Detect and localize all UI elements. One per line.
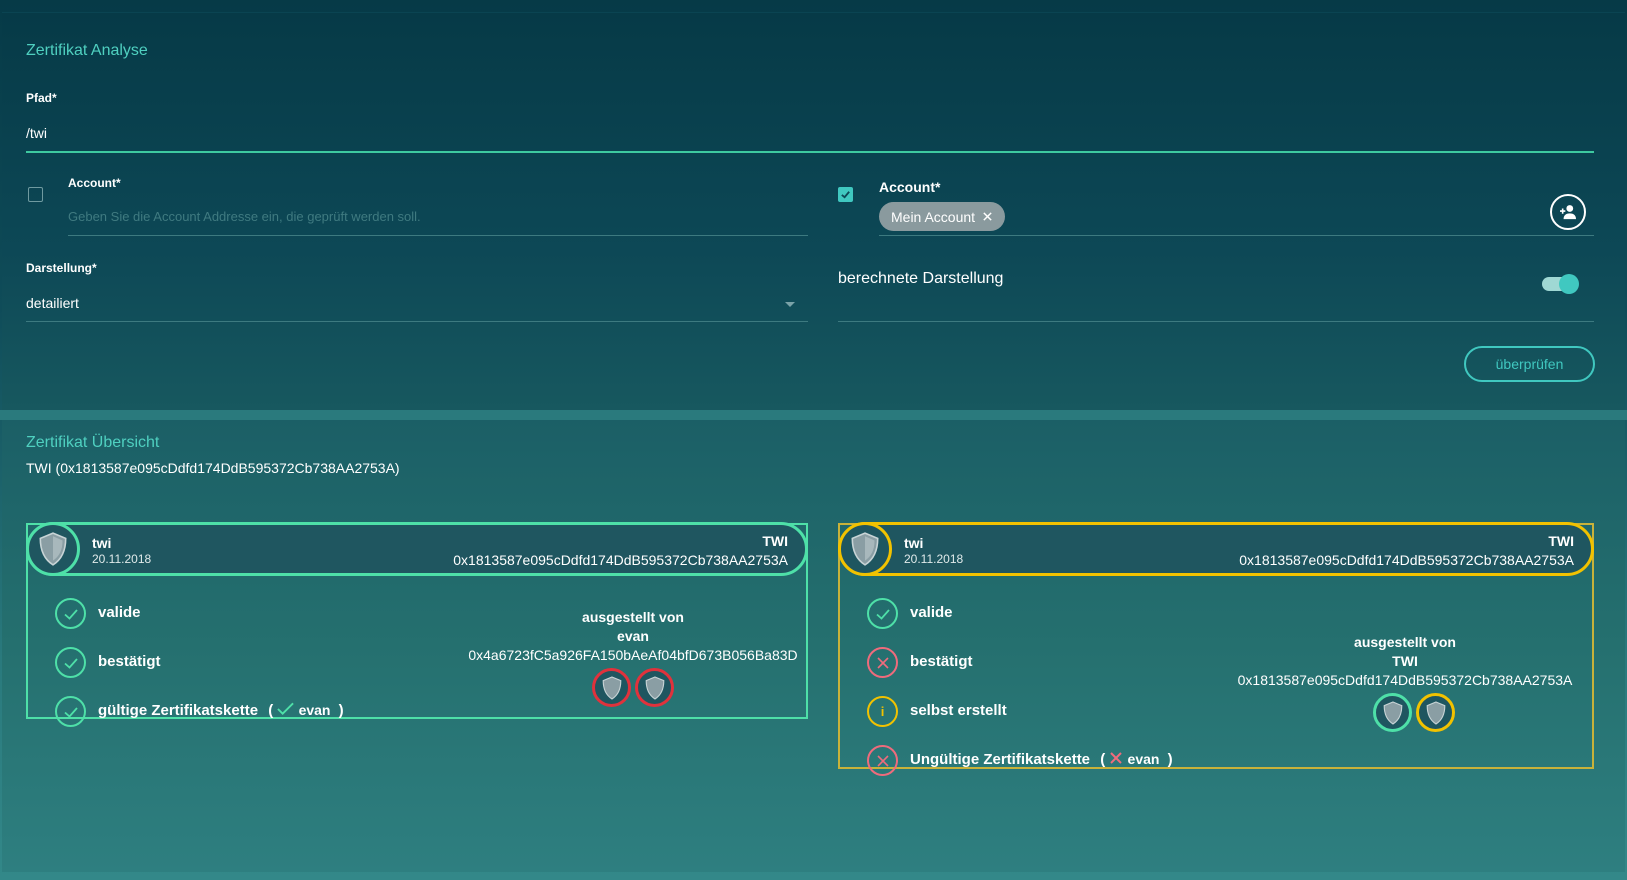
cross-circle-icon	[867, 647, 898, 678]
issuer-shield[interactable]	[1416, 693, 1455, 732]
toggle-thumb[interactable]	[1559, 274, 1579, 294]
analysis-panel: Zertifikat Analyse Pfad* /twi Account* G…	[2, 12, 1625, 410]
certificate-card: twi 20.11.2018 TWI 0x1813587e095cDdfd174…	[838, 522, 1594, 776]
status-valid-label: valide	[910, 604, 953, 621]
certificate-avatar	[838, 522, 892, 576]
check-circle-icon	[55, 598, 86, 629]
shield-icon	[602, 675, 621, 700]
path-label: Pfad*	[26, 91, 57, 105]
status-chain-label: Ungültige Zertifikatskette ( evan )	[910, 751, 1173, 768]
path-input[interactable]: /twi	[26, 125, 47, 141]
certificate-issuer: TWI	[762, 533, 788, 549]
issued-by-block: ausgestellt von TWI 0x1813587e095cDdfd17…	[1220, 633, 1590, 690]
status-self-created-label: selbst erstellt	[910, 702, 1007, 719]
check-circle-icon	[867, 598, 898, 629]
issued-by-block: ausgestellt von evan 0x4a6723fC5a926FA15…	[458, 608, 808, 665]
chevron-down-icon[interactable]	[785, 302, 795, 307]
chain-close-paren: )	[1167, 751, 1173, 768]
close-icon[interactable]	[982, 211, 993, 222]
issued-by-address: 0x4a6723fC5a926FA150bAeAf04bfD673B056Ba8…	[468, 647, 798, 663]
check-icon	[841, 191, 850, 199]
status-valid-label: valide	[98, 604, 141, 621]
issued-by-title: ausgestellt von	[1354, 634, 1456, 650]
check-icon	[277, 702, 295, 716]
info-circle-icon: i	[867, 696, 898, 727]
panel-divider	[0, 410, 1627, 420]
check-button[interactable]: überprüfen	[1464, 346, 1595, 382]
account-left-underline	[68, 235, 808, 236]
display-label: Darstellung*	[26, 261, 97, 275]
app-root: Zertifikat Analyse Pfad* /twi Account* G…	[0, 0, 1627, 880]
chain-open-paren: (	[268, 702, 274, 719]
certificate-issuer: TWI	[1548, 533, 1574, 549]
certificate-date: 20.11.2018	[904, 552, 964, 566]
issuer-shield[interactable]	[592, 668, 631, 707]
overview-subtitle: TWI (0x1813587e095cDdfd174DdB595372Cb738…	[26, 460, 400, 476]
certificate-name: twi	[904, 535, 924, 551]
add-user-icon	[1560, 205, 1576, 220]
overview-title: Zertifikat Übersicht	[26, 434, 160, 451]
analysis-title: Zertifikat Analyse	[26, 42, 148, 59]
account-chip-label: Mein Account	[891, 208, 976, 225]
computed-display-label: berechnete Darstellung	[838, 270, 1004, 287]
account-right-underline	[879, 235, 1594, 236]
chain-open-paren: (	[1100, 751, 1106, 768]
issued-by-name: evan	[617, 628, 649, 644]
status-chain-label: gültige Zertifikatskette ( evan )	[98, 702, 344, 719]
account-left-input[interactable]: Geben Sie die Account Addresse ein, die …	[68, 209, 421, 224]
shield-icon	[851, 532, 879, 566]
display-select[interactable]: detailiert	[26, 295, 79, 311]
certificate-date: 20.11.2018	[92, 552, 152, 566]
path-underline	[26, 151, 1594, 153]
status-confirmed-label: bestätigt	[98, 653, 161, 670]
add-user-button[interactable]	[1550, 194, 1586, 230]
status-confirmed-label: bestätigt	[910, 653, 973, 670]
close-icon	[1110, 752, 1123, 764]
shield-icon	[39, 532, 67, 566]
account-right-label: Account*	[879, 179, 941, 195]
account-left-label: Account*	[68, 176, 121, 190]
account-chip: Mein Account	[879, 202, 1006, 231]
status-chain-text: Ungültige Zertifikatskette	[910, 751, 1091, 768]
display-underline	[26, 321, 808, 322]
certificate-card: twi 20.11.2018 TWI 0x1813587e095cDdfd174…	[26, 522, 808, 727]
account-right-checkbox[interactable]	[838, 187, 853, 202]
overview-panel: Zertifikat Übersicht TWI (0x1813587e095c…	[2, 420, 1625, 872]
cross-circle-icon	[867, 745, 898, 776]
chain-close-paren: )	[338, 702, 344, 719]
issuer-shield[interactable]	[1373, 693, 1412, 732]
certificate-avatar	[26, 522, 80, 576]
check-circle-icon	[55, 696, 86, 727]
computed-underline	[838, 321, 1594, 322]
status-chain-text: gültige Zertifikatskette	[98, 702, 259, 719]
shield-icon	[1426, 700, 1445, 725]
issued-by-name: TWI	[1392, 653, 1418, 669]
shield-icon	[645, 675, 664, 700]
check-circle-icon	[55, 647, 86, 678]
certificate-name: twi	[92, 535, 112, 551]
account-left-checkbox[interactable]	[28, 187, 43, 202]
certificate-address: 0x1813587e095cDdfd174DdB595372Cb738AA275…	[1239, 552, 1574, 568]
certificate-address: 0x1813587e095cDdfd174DdB595372Cb738AA275…	[453, 552, 788, 568]
shield-icon	[1383, 700, 1402, 725]
chain-name[interactable]: evan	[1128, 751, 1160, 767]
issued-by-title: ausgestellt von	[582, 609, 684, 625]
chain-name[interactable]: evan	[299, 702, 331, 718]
issued-by-address: 0x1813587e095cDdfd174DdB595372Cb738AA275…	[1237, 672, 1573, 688]
issuer-shield[interactable]	[635, 668, 674, 707]
